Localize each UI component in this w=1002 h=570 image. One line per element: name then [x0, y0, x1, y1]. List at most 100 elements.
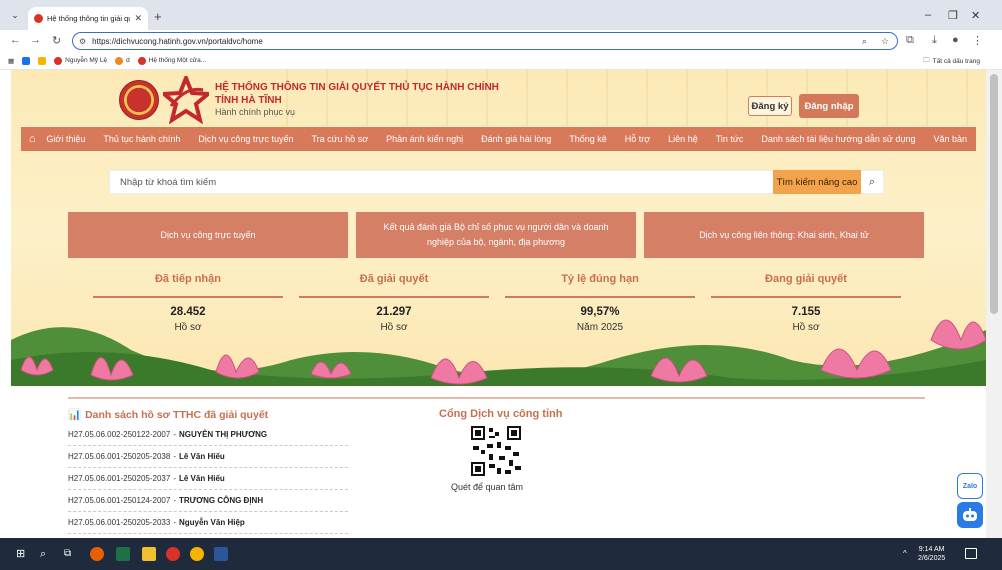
browser-tab[interactable]: Hệ thống thông tin giải quyết t ✕	[28, 7, 148, 30]
register-button[interactable]: Đăng ký	[748, 96, 792, 116]
site-slogan: Hành chính phục vụ	[215, 107, 296, 117]
stat-label: Đã giải quyết	[359, 273, 429, 285]
notification-icon[interactable]	[965, 548, 977, 559]
site-title[interactable]: HỆ THỐNG THÔNG TIN GIẢI QUYẾT THỦ TỤC HÀ…	[215, 82, 499, 93]
download-icon[interactable]: ⤓	[932, 34, 937, 47]
main-menu: ⌂ Giới thiệu Thủ tục hành chính Dịch vụ …	[21, 127, 976, 151]
extensions-icon[interactable]: ⧉	[906, 34, 914, 47]
site-province: TỈNH HÀ TĨNH	[215, 95, 282, 106]
qr-code-icon[interactable]	[471, 426, 521, 476]
bookmark-folder-icon[interactable]	[38, 56, 47, 65]
task-view-icon[interactable]: ⧉	[64, 547, 78, 561]
lotus-decoration	[11, 319, 986, 386]
word-icon[interactable]	[214, 547, 228, 561]
menu-item-phan-anh[interactable]: Phản ánh kiến nghị	[377, 134, 472, 144]
close-window-icon[interactable]: ✕	[971, 9, 980, 22]
url-field[interactable]: ⚙ https://dichvucong.hatinh.gov.vn/porta…	[72, 32, 898, 50]
excel-icon[interactable]	[116, 547, 130, 561]
address-bar: ← → ↻ ⚙ https://dichvucong.hatinh.gov.vn…	[0, 30, 1002, 52]
tab-search-icon[interactable]: ⌄	[8, 8, 22, 22]
stat-divider	[505, 296, 695, 298]
profile-icon[interactable]: ●	[952, 34, 959, 46]
stat-label: Đang giải quyết	[765, 273, 847, 285]
all-bookmarks[interactable]: 🗀 Tất cả dấu trang	[923, 56, 980, 67]
search-bar: Tìm kiếm nâng cao ⌕	[109, 170, 884, 194]
advanced-search-button[interactable]: Tìm kiếm nâng cao	[773, 170, 861, 194]
search-icon[interactable]: ⌕	[40, 547, 54, 561]
bookmark-star-icon[interactable]: ☆	[881, 36, 889, 47]
menu-item-gioi-thieu[interactable]: Giới thiệu	[37, 134, 94, 144]
browser-tab-bar: ⌄ Hệ thống thông tin giải quyết t ✕ + – …	[0, 0, 1002, 30]
close-icon[interactable]: ✕	[134, 13, 142, 24]
bookmark-item[interactable]: Nguyễn Mỹ Lệ	[54, 56, 107, 65]
menu-item-thu-tuc[interactable]: Thủ tục hành chính	[94, 134, 189, 144]
hero-section: HỆ THỐNG THÔNG TIN GIẢI QUYẾT THỦ TỤC HÀ…	[11, 70, 986, 386]
robot-icon	[963, 508, 977, 521]
reload-icon[interactable]: ↻	[52, 34, 61, 47]
chart-icon: 📊	[68, 409, 82, 421]
menu-item-tai-lieu[interactable]: Danh sách tài liệu hướng dẫn sử dụng	[752, 134, 924, 144]
menu-item-dich-vu-cong[interactable]: Dịch vụ công trực tuyến	[189, 134, 302, 144]
page-scrollbar[interactable]	[986, 70, 1002, 538]
stat-divider	[299, 296, 489, 298]
stat-divider	[93, 296, 283, 298]
bookmark-item[interactable]: Hệ thống Một cửa...	[137, 56, 206, 65]
file-explorer-icon[interactable]	[142, 547, 156, 561]
search-input[interactable]	[110, 171, 773, 193]
province-emblem-icon[interactable]	[119, 80, 159, 120]
app-icon[interactable]	[166, 547, 180, 561]
chrome-icon[interactable]	[190, 547, 204, 561]
windows-start-icon[interactable]: ⊞	[16, 547, 30, 561]
tab-title: Hệ thống thông tin giải quyết t	[47, 14, 131, 23]
login-button[interactable]: Đăng nhập	[799, 94, 859, 118]
card-label-line1: Kết quả đánh giá Bộ chỉ số phục vụ người…	[383, 222, 609, 232]
menu-item-van-ban[interactable]: Văn bản	[924, 134, 976, 144]
list-item[interactable]: H27.05.06.001-250124-2007- TRƯƠNG CÔNG ĐỊ…	[68, 490, 348, 512]
taskbar-clock[interactable]: 9:14 AM 2/6/2025	[918, 545, 945, 563]
list-item[interactable]: H27.05.06.001-250205-2033- Nguyễn Văn Hiệ…	[68, 512, 348, 534]
card-evaluation-results[interactable]: Kết quả đánh giá Bộ chỉ số phục vụ người…	[356, 212, 636, 258]
menu-item-tin-tuc[interactable]: Tin tức	[707, 134, 753, 144]
card-label: Dịch vụ công liên thông: Khai sinh, Khai…	[699, 229, 869, 240]
new-tab-icon[interactable]: +	[154, 9, 162, 24]
stat-divider	[711, 296, 901, 298]
more-menu-icon[interactable]: ⋮	[972, 34, 983, 47]
card-online-services[interactable]: Dịch vụ công trực tuyến	[68, 212, 348, 258]
card-label-line2: nghiệp của bộ, ngành, địa phương	[426, 237, 566, 247]
bookmarks-bar: ▦ Nguyễn Mỹ Lệ d Hệ thống Một cửa... 🗀 Tấ…	[0, 52, 1002, 70]
windows-taskbar: ⊞ ⌕ ⧉ ^ 9:14 AM 2/6/2025	[0, 538, 1002, 570]
favicon-icon	[34, 14, 43, 23]
list-item[interactable]: H27.05.06.002-250122-2007- NGUYỄN THỊ PHƯ…	[68, 424, 348, 446]
resolved-list: H27.05.06.002-250122-2007- NGUYỄN THỊ PHƯ…	[68, 424, 348, 534]
apps-icon[interactable]: ▦	[8, 57, 14, 65]
search-icon[interactable]: ⌕	[861, 170, 883, 194]
section-divider	[68, 397, 925, 399]
resolved-list-title: 📊 Danh sách hồ sơ TTHC đã giải quyết	[68, 408, 269, 422]
star-logo-icon[interactable]	[163, 76, 209, 124]
menu-item-lien-he[interactable]: Liên hệ	[659, 134, 707, 144]
firefox-icon[interactable]	[90, 547, 104, 561]
stat-label: Đã tiếp nhận	[154, 273, 221, 285]
menu-item-thong-ke[interactable]: Thống kê	[560, 134, 616, 144]
forward-icon[interactable]: →	[30, 34, 41, 46]
zalo-chat-button[interactable]: Zalo	[957, 473, 983, 499]
bookmark-item[interactable]: d	[115, 56, 130, 65]
menu-item-ho-tro[interactable]: Hỗ trợ	[616, 134, 659, 144]
zoom-icon[interactable]: ⌕	[862, 36, 867, 47]
restore-icon[interactable]: ❐	[948, 9, 958, 22]
bookmark-app-icon[interactable]	[22, 56, 31, 65]
scrollbar-thumb[interactable]	[990, 74, 998, 314]
card-interconnected-services[interactable]: Dịch vụ công liên thông: Khai sinh, Khai…	[644, 212, 924, 258]
back-icon[interactable]: ←	[10, 34, 21, 46]
minimize-icon[interactable]: –	[925, 9, 931, 21]
system-tray-chevron-icon[interactable]: ^	[903, 549, 907, 558]
menu-item-tra-cuu[interactable]: Tra cứu hồ sơ	[302, 134, 377, 144]
list-item[interactable]: H27.05.06.001-250205-2038- Lê Văn Hiếu	[68, 446, 348, 468]
portal-title: Cổng Dịch vụ công tỉnh	[439, 408, 563, 420]
stat-label: Tỷ lệ đúng hạn	[561, 273, 639, 285]
list-item[interactable]: H27.05.06.001-250205-2037- Lê Văn Hiếu	[68, 468, 348, 490]
menu-item-danh-gia[interactable]: Đánh giá hài lòng	[472, 134, 560, 144]
home-icon[interactable]: ⌂	[27, 133, 37, 145]
site-info-icon[interactable]: ⚙	[79, 37, 86, 46]
chatbot-button[interactable]	[957, 502, 983, 528]
